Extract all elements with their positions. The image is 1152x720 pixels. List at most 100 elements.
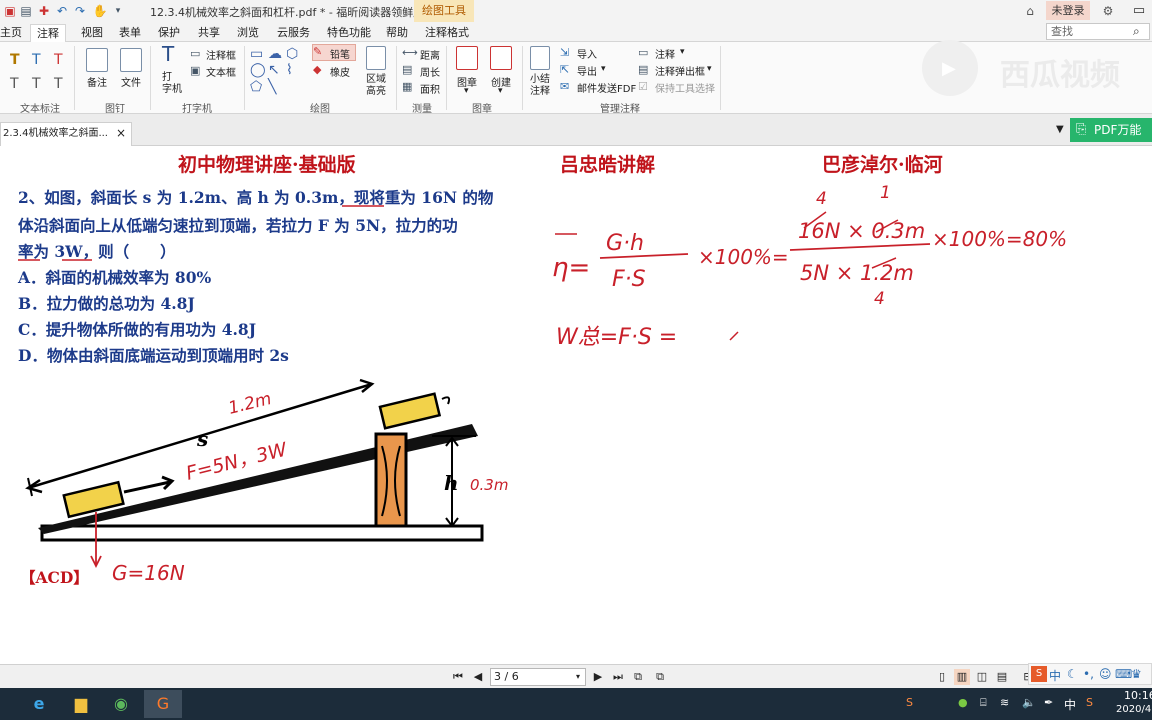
distance-icon[interactable]: ⟷ bbox=[402, 45, 418, 61]
tab-comment[interactable]: 注释 bbox=[30, 24, 66, 42]
redo-icon[interactable]: ↷ bbox=[72, 3, 88, 19]
tab-home[interactable]: 主页 bbox=[0, 24, 22, 42]
ime-moon-icon[interactable]: ☾ bbox=[1067, 667, 1078, 681]
single-page-icon[interactable]: ▯ bbox=[934, 669, 950, 685]
ie-browser-icon[interactable]: e bbox=[20, 690, 58, 718]
popup-dropdown-icon[interactable]: ▾ bbox=[707, 64, 712, 74]
create-stamp-icon[interactable] bbox=[490, 46, 512, 70]
tab-share[interactable]: 共享 bbox=[198, 24, 220, 42]
keep-tool-checkbox[interactable]: ☑ bbox=[638, 79, 648, 95]
ime-taskbar-icon[interactable]: S bbox=[1086, 696, 1093, 709]
area-icon[interactable]: ▦ bbox=[402, 79, 412, 95]
highlight-text-icon[interactable]: T bbox=[10, 52, 20, 68]
perimeter-icon[interactable]: ▤ bbox=[402, 62, 412, 78]
file-attach-icon[interactable] bbox=[120, 48, 142, 72]
callout-button-label[interactable]: 注释框 bbox=[206, 47, 236, 62]
skin-icon[interactable]: ⌂ bbox=[1022, 3, 1038, 19]
tab-cloud[interactable]: 云服务 bbox=[277, 24, 310, 42]
facing-page-icon[interactable]: ◫ bbox=[974, 669, 990, 685]
squiggly-text-icon[interactable]: T bbox=[10, 76, 19, 92]
import-button-label[interactable]: 导入 bbox=[577, 46, 597, 61]
eraser-icon[interactable]: ◆ bbox=[313, 62, 321, 78]
settings-icon[interactable]: ⚙ bbox=[1100, 3, 1116, 19]
wifi-icon[interactable]: ≋ bbox=[1000, 696, 1009, 709]
textbox-icon[interactable]: ▣ bbox=[190, 63, 200, 79]
ime-taskbar-label[interactable]: 中 bbox=[1064, 696, 1076, 713]
continuous-facing-icon[interactable]: ▤ bbox=[994, 669, 1010, 685]
prev-page-icon[interactable]: ◀ bbox=[470, 669, 486, 685]
ime-punct-icon[interactable]: •, bbox=[1083, 667, 1094, 681]
open-icon[interactable]: ▤ bbox=[18, 3, 34, 19]
cloud-icon[interactable]: ☁ bbox=[268, 46, 282, 62]
app-tray-icon[interactable]: ● bbox=[958, 696, 968, 709]
pen-icon[interactable]: ✒ bbox=[1044, 696, 1053, 709]
prev-view-icon[interactable]: ⧉ bbox=[630, 669, 646, 685]
underline-text-icon[interactable]: T bbox=[32, 52, 41, 68]
export-dropdown-icon[interactable]: ▾ bbox=[601, 64, 606, 74]
area-highlight-icon[interactable] bbox=[366, 46, 386, 70]
page-number-input[interactable]: 3 / 6 bbox=[490, 668, 586, 686]
foxit-reader-icon[interactable]: G bbox=[144, 690, 182, 718]
ime-logo-icon[interactable]: S bbox=[1031, 666, 1047, 682]
new-icon[interactable]: ✚ bbox=[36, 3, 52, 19]
file-explorer-icon[interactable]: ▆ bbox=[62, 690, 100, 718]
popup-icon[interactable]: ▤ bbox=[638, 62, 648, 78]
ime-language-label[interactable]: 中 bbox=[1049, 667, 1061, 684]
ime-emoji-icon[interactable]: ☺ bbox=[1099, 667, 1112, 681]
next-page-icon[interactable]: ▶ bbox=[590, 669, 606, 685]
next-view-icon[interactable]: ⧉ bbox=[652, 669, 668, 685]
replace-text-icon[interactable]: T bbox=[32, 76, 41, 92]
customize-chevron-icon[interactable]: ▾ bbox=[110, 3, 126, 19]
document-tab[interactable]: 2.3.4机械效率之斜面... bbox=[0, 122, 132, 146]
ime-tray-icon[interactable]: S bbox=[906, 696, 913, 709]
continuous-page-icon[interactable]: ▥ bbox=[954, 669, 970, 685]
import-icon[interactable]: ⇲ bbox=[560, 45, 569, 61]
area-highlight-button-label[interactable]: 区域 高亮 bbox=[366, 74, 386, 98]
summary-icon[interactable] bbox=[530, 46, 550, 70]
email-icon[interactable]: ✉ bbox=[560, 79, 569, 95]
create-dropdown-icon[interactable]: ▾ bbox=[498, 86, 503, 96]
textbox-button-label[interactable]: 文本框 bbox=[206, 64, 236, 79]
undo-icon[interactable]: ↶ bbox=[54, 3, 70, 19]
hand-tool-icon[interactable]: ✋ bbox=[92, 3, 108, 19]
login-button[interactable]: 未登录 bbox=[1046, 1, 1090, 20]
summary-button-label[interactable]: 小结 注释 bbox=[530, 74, 550, 98]
note-icon[interactable] bbox=[86, 48, 108, 72]
typewriter-icon[interactable]: T bbox=[162, 44, 174, 64]
search-icon[interactable]: ⌕ bbox=[1133, 24, 1140, 39]
line-icon[interactable]: ╲ bbox=[268, 79, 276, 95]
clock-date[interactable]: 2020/4 bbox=[1116, 704, 1151, 715]
first-page-icon[interactable]: ⏮ bbox=[450, 669, 466, 685]
ime-skin-icon[interactable]: ♛ bbox=[1131, 667, 1142, 681]
popup-button-label[interactable]: 注释弹出框 bbox=[655, 63, 705, 78]
save-icon[interactable]: ▣ bbox=[2, 3, 18, 19]
strikeout-text-icon[interactable]: T bbox=[54, 52, 63, 68]
annotate-button-label[interactable]: 注释 bbox=[655, 46, 675, 61]
annotate-dropdown-icon[interactable]: ▾ bbox=[680, 47, 685, 57]
export-icon[interactable]: ⇱ bbox=[560, 62, 569, 78]
ime-keyboard-icon[interactable]: ⌨ bbox=[1115, 667, 1132, 681]
pentagon-icon[interactable]: ⬠ bbox=[250, 79, 262, 95]
arrow-icon[interactable]: ↖ bbox=[268, 62, 280, 78]
browser-360-icon[interactable]: ◉ bbox=[102, 690, 140, 718]
perimeter-button-label[interactable]: 周长 bbox=[420, 64, 440, 79]
tab-list-chevron-icon[interactable]: ▼ bbox=[1056, 124, 1064, 135]
typewriter-button-label[interactable]: 打 字机 bbox=[162, 72, 182, 96]
page-dropdown-icon[interactable]: ▾ bbox=[576, 672, 580, 681]
ellipse-icon[interactable]: ◯ bbox=[250, 62, 266, 78]
stamp-dropdown-icon[interactable]: ▾ bbox=[464, 86, 469, 96]
tab-view[interactable]: 视图 bbox=[81, 24, 103, 42]
note-button-label[interactable]: 备注 bbox=[87, 74, 107, 89]
network-icon[interactable]: ⌸ bbox=[980, 696, 987, 710]
tab-comment-format[interactable]: 注释格式 bbox=[425, 24, 469, 42]
clock-time[interactable]: 10:16 bbox=[1124, 689, 1152, 702]
annotate-icon[interactable]: ▭ bbox=[638, 45, 648, 61]
minimize-button[interactable]: ▭ bbox=[1126, 1, 1152, 21]
rectangle-icon[interactable]: ▭ bbox=[250, 46, 263, 62]
tab-browse[interactable]: 浏览 bbox=[237, 24, 259, 42]
tab-form[interactable]: 表单 bbox=[119, 24, 141, 42]
polyline-icon[interactable]: ⌇ bbox=[286, 62, 293, 78]
tab-help[interactable]: 帮助 bbox=[386, 24, 408, 42]
stamp-icon[interactable] bbox=[456, 46, 478, 70]
tab-protect[interactable]: 保护 bbox=[158, 24, 180, 42]
